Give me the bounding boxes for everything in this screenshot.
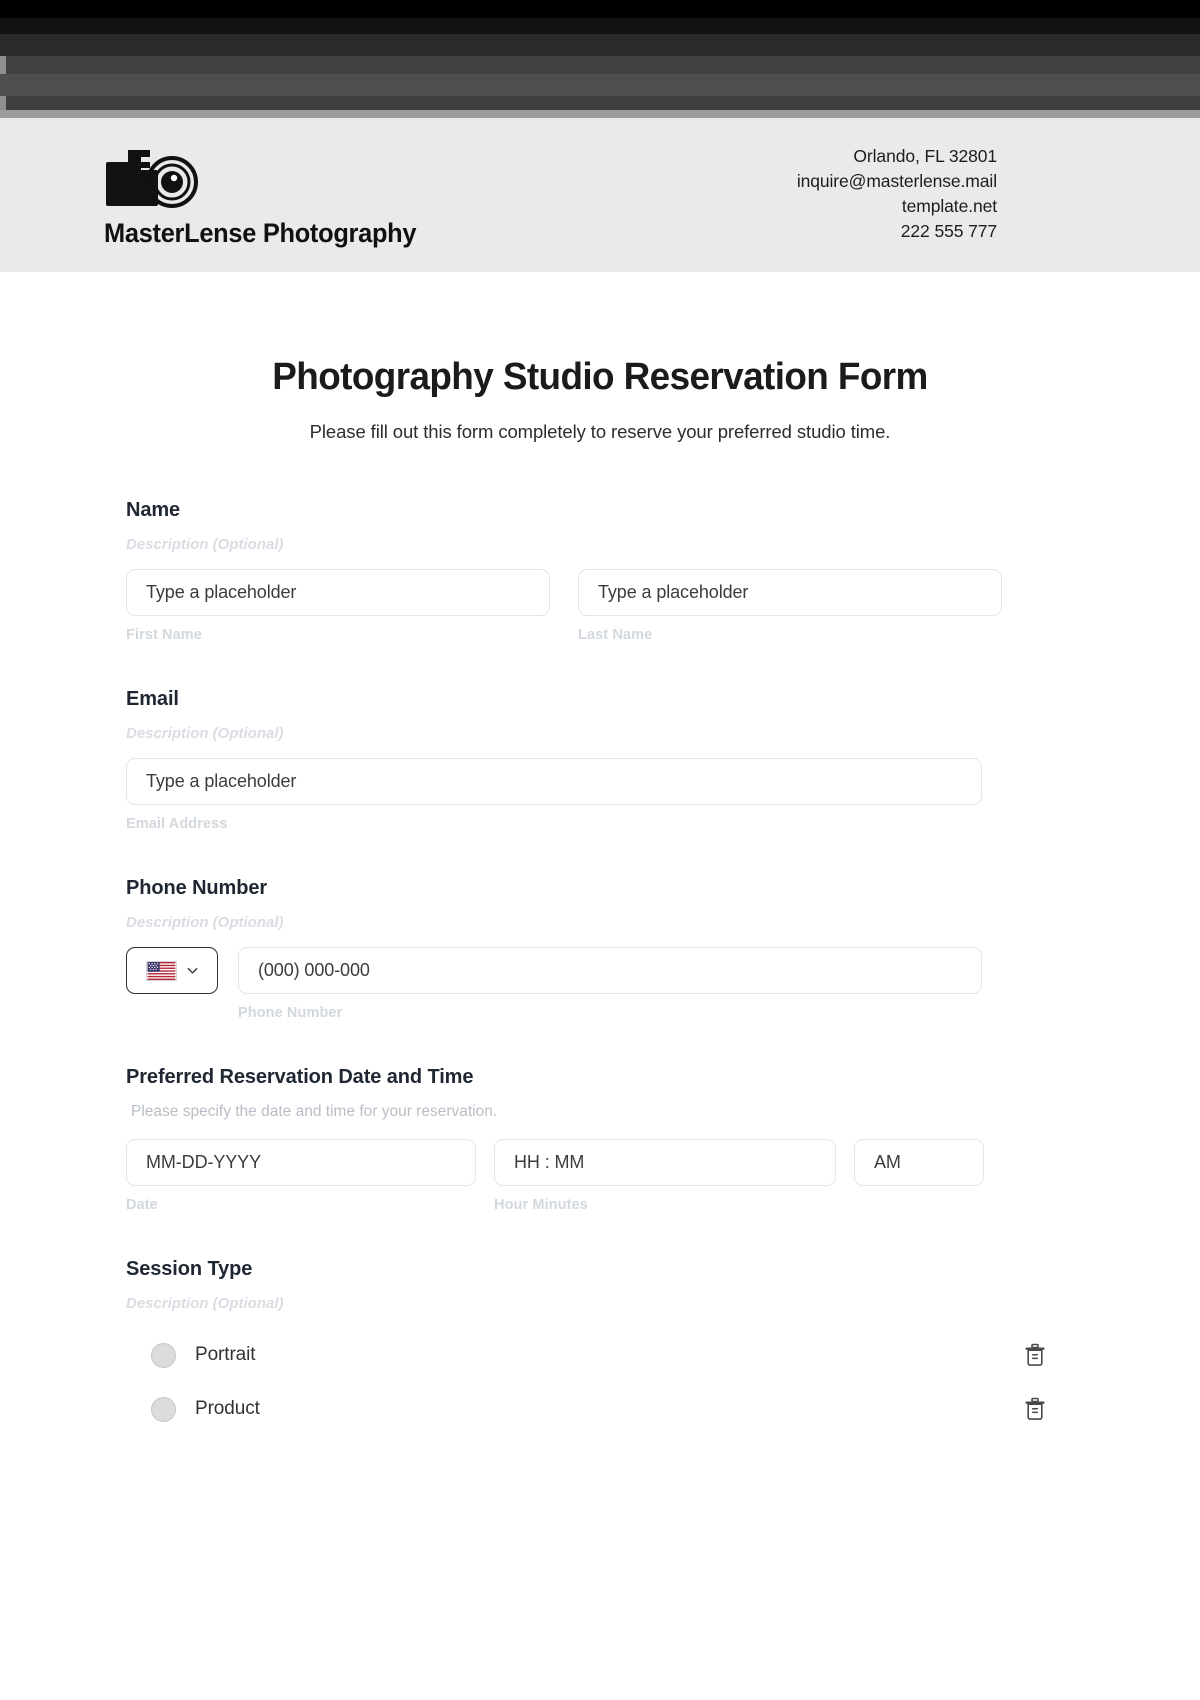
last-name-sub-label: Last Name: [578, 627, 653, 643]
date-sub-label: Date: [126, 1197, 158, 1213]
page-title: Photography Studio Reservation Form: [272, 356, 928, 398]
contact-line-website: template.net: [901, 196, 997, 216]
form-page: Photography Studio Reservation Form Plea…: [0, 356, 1200, 1423]
country-code-select[interactable]: [126, 947, 218, 994]
field-name: Name Description (Optional) Type a place…: [126, 499, 1074, 643]
field-datetime: Preferred Reservation Date and Time Plea…: [126, 1066, 1074, 1213]
first-name-input[interactable]: Type a placeholder: [126, 569, 550, 616]
page-subtitle: Please fill out this form completely to …: [309, 421, 891, 442]
email-sub-label: Email Address: [126, 816, 228, 832]
field-phone: Phone Number Description (Optional) (000…: [126, 877, 1074, 1021]
brand-name: MasterLense Photography: [104, 218, 417, 248]
field-email-description: Description (Optional): [126, 725, 284, 742]
session-type-option-portrait[interactable]: Portrait: [126, 1341, 1074, 1369]
field-datetime-description: Please specify the date and time for you…: [131, 1103, 498, 1120]
field-name-legend: Name: [126, 499, 181, 521]
window-chrome-bars: [0, 0, 1200, 118]
field-email: Email Description (Optional) Type a plac…: [126, 688, 1074, 832]
first-name-sub-label: First Name: [126, 627, 202, 643]
radio-label-portrait: Portrait: [195, 1344, 256, 1365]
datetime-sub-label-row: Date Hour Minutes: [126, 1186, 1074, 1213]
field-email-input-row: Type a placeholder Email Address: [126, 758, 1074, 832]
contact-line-phone: 222 555 777: [900, 221, 997, 241]
chrome-bar-2: [0, 18, 1200, 34]
field-datetime-legend: Preferred Reservation Date and Time: [126, 1066, 474, 1088]
trash-icon[interactable]: [1024, 1397, 1046, 1421]
phone-input-row: (000) 000-000: [126, 947, 1074, 994]
name-column-gap: [550, 569, 578, 643]
date-input[interactable]: MM-DD-YYYY: [126, 1139, 476, 1186]
radio-label-product: Product: [195, 1398, 260, 1419]
field-name-description: Description (Optional): [126, 536, 284, 553]
session-type-option-product[interactable]: Product: [126, 1395, 1074, 1423]
trash-icon[interactable]: [1024, 1343, 1046, 1367]
time-input[interactable]: HH : MM: [494, 1139, 836, 1186]
last-name-column: Type a placeholder Last Name: [578, 569, 1002, 643]
field-session-type-description: Description (Optional): [126, 1295, 284, 1312]
radio-button-product[interactable]: [151, 1396, 176, 1422]
contact-block: Orlando, FL 32801 inquire@masterlense.ma…: [797, 144, 997, 244]
email-field[interactable]: Type a placeholder: [126, 758, 982, 805]
chrome-edge-highlight-1: [0, 56, 6, 74]
radio-button-portrait[interactable]: [151, 1342, 176, 1368]
time-sub-label: Hour Minutes: [494, 1197, 588, 1213]
chevron-down-icon: [187, 967, 197, 974]
field-session-type: Session Type Description (Optional) Port…: [126, 1258, 1074, 1423]
field-name-inputs-row: Type a placeholder First Name Type a pla…: [126, 569, 1074, 643]
camera-icon: [106, 150, 198, 208]
phone-sub-label: Phone Number: [238, 1005, 343, 1021]
meridiem-select[interactable]: AM: [854, 1139, 984, 1186]
field-phone-description: Description (Optional): [126, 914, 284, 931]
field-email-legend: Email: [126, 688, 179, 710]
chrome-bar-6: [0, 96, 1200, 110]
phone-number-input[interactable]: (000) 000-000: [238, 947, 982, 994]
chrome-bar-3: [0, 34, 1200, 56]
email-column: Type a placeholder Email Address: [126, 758, 982, 832]
first-name-column: Type a placeholder First Name: [126, 569, 550, 643]
chrome-bar-7: [0, 110, 1200, 118]
last-name-input[interactable]: Type a placeholder: [578, 569, 1002, 616]
field-session-type-legend: Session Type: [126, 1258, 253, 1280]
chrome-bar-4: [0, 56, 1200, 74]
field-phone-legend: Phone Number: [126, 877, 268, 899]
chrome-edge-highlight-2: [0, 96, 6, 110]
chrome-bar-5: [0, 74, 1200, 96]
us-flag-icon: [145, 960, 177, 981]
contact-line-address: Orlando, FL 32801: [853, 146, 997, 166]
brand-block: MasterLense Photography: [104, 140, 436, 249]
chrome-bar-1: [0, 0, 1200, 18]
datetime-input-row: MM-DD-YYYY HH : MM AM: [126, 1139, 1074, 1186]
letterhead: MasterLense Photography Orlando, FL 3280…: [0, 118, 1200, 272]
contact-line-email: inquire@masterlense.mail: [796, 171, 997, 191]
